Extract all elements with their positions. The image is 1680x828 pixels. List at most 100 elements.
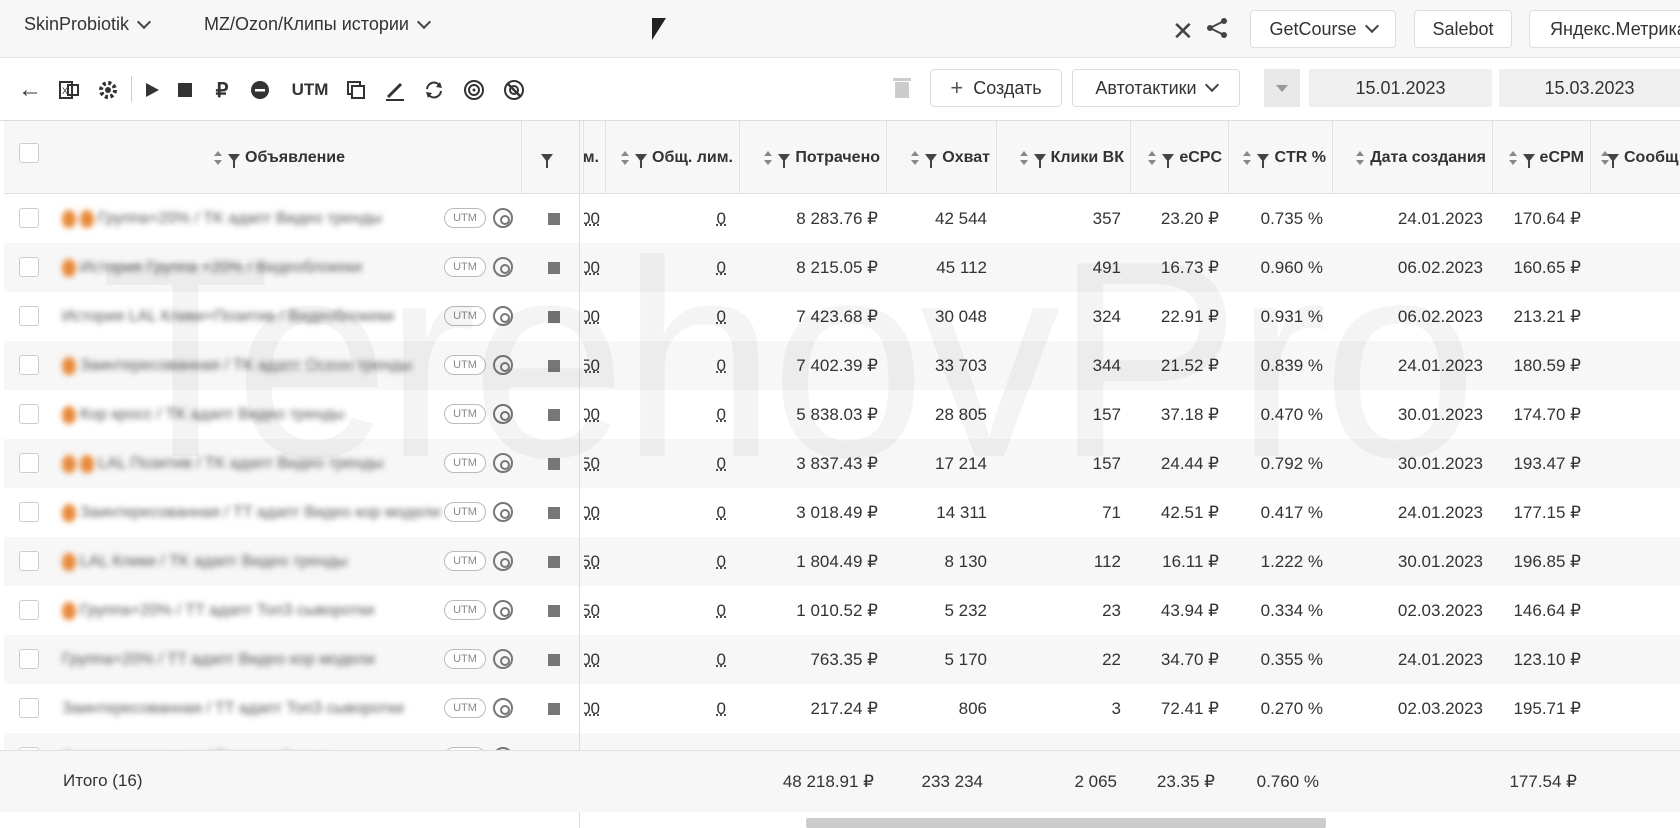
- ad-name[interactable]: Группа+20% / TT адапт Видео кор модели: [62, 635, 442, 684]
- sort-icon[interactable]: [214, 150, 222, 165]
- utm-badge[interactable]: UTM: [444, 698, 486, 718]
- table-row[interactable]: История Группа +20% / Видеоблокеки UTM 00 0…: [4, 243, 1680, 292]
- cell-total-lim[interactable]: 0: [606, 292, 726, 341]
- col-ad[interactable]: Объявление: [44, 121, 522, 194]
- block-target-icon[interactable]: [502, 78, 526, 102]
- date-to-field[interactable]: 15.03.2023: [1499, 69, 1680, 107]
- sort-icon[interactable]: [764, 150, 773, 165]
- utm-badge[interactable]: UTM: [444, 502, 486, 522]
- col-clicks[interactable]: Клики ВК: [997, 121, 1131, 194]
- cell-total-lim[interactable]: 0: [606, 390, 726, 439]
- ad-name[interactable]: Заинтересованная / TT адапт Видео кор мо…: [62, 488, 442, 537]
- row-checkbox[interactable]: [19, 600, 39, 620]
- ad-settings-icon[interactable]: [493, 600, 513, 620]
- row-checkbox[interactable]: [19, 453, 39, 473]
- filter-icon[interactable]: [778, 153, 791, 168]
- gear-icon[interactable]: [96, 78, 120, 102]
- back-arrow-icon[interactable]: ←: [18, 76, 42, 103]
- salebot-button[interactable]: Salebot: [1414, 10, 1512, 48]
- status-stop-icon[interactable]: [548, 556, 560, 568]
- cell-total-lim[interactable]: 0: [606, 684, 726, 733]
- ruble-icon[interactable]: ₽: [210, 78, 234, 102]
- filter-icon[interactable]: [1522, 153, 1535, 168]
- copy-icon[interactable]: [344, 78, 368, 102]
- ad-name[interactable]: Заинтересованная / TK адапт Осенн тренды: [62, 341, 442, 390]
- ad-settings-icon[interactable]: [493, 649, 513, 669]
- cell-total-lim[interactable]: 0: [606, 439, 726, 488]
- share-icon[interactable]: [1205, 16, 1229, 40]
- ad-name[interactable]: Группа+20% / TT адапт ТопЗ сыворотки: [62, 586, 442, 635]
- table-row[interactable]: Кор кросс / TK адапт Видео тренды UTM 00 0 5…: [4, 390, 1680, 439]
- ad-name[interactable]: LAL Клики / TK адапт Видео тренды: [62, 537, 442, 586]
- refresh-search-icon[interactable]: [422, 78, 446, 102]
- status-stop-icon[interactable]: [548, 703, 560, 715]
- col-lim-partial[interactable]: м.: [584, 121, 606, 194]
- status-stop-icon[interactable]: [548, 262, 560, 274]
- status-stop-icon[interactable]: [548, 507, 560, 519]
- filter-icon[interactable]: [925, 153, 938, 168]
- stop-icon[interactable]: [173, 78, 197, 102]
- status-stop-icon[interactable]: [548, 654, 560, 666]
- col-created[interactable]: Дата создания: [1333, 121, 1493, 194]
- filter-icon[interactable]: [1162, 153, 1175, 168]
- cell-total-lim[interactable]: 0: [606, 194, 726, 243]
- ad-name[interactable]: Кор кросс / TK адапт Видео тренды: [62, 390, 442, 439]
- sort-icon[interactable]: [1508, 150, 1517, 165]
- status-stop-icon[interactable]: [548, 409, 560, 421]
- ad-settings-icon[interactable]: [493, 257, 513, 277]
- filter-icon[interactable]: [541, 153, 553, 168]
- excel-icon[interactable]: X: [57, 78, 81, 102]
- table-row[interactable]: Группа+20% / TK адапт Видео тренды UTM 00 0…: [4, 194, 1680, 243]
- table-row[interactable]: LAL Позитив / TK адапт Видео тренды UTM 50…: [4, 439, 1680, 488]
- col-ecpc[interactable]: eCPC: [1131, 121, 1229, 194]
- status-stop-icon[interactable]: [548, 458, 560, 470]
- ad-name[interactable]: Заинтересованная / TT адапт ТопЗ сыворот…: [62, 684, 442, 733]
- sort-icon[interactable]: [621, 150, 629, 165]
- row-checkbox[interactable]: [19, 404, 39, 424]
- table-row[interactable]: Заинтересованная / TT адапт ТопЗ сыворот…: [4, 684, 1680, 733]
- ad-settings-icon[interactable]: [493, 551, 513, 571]
- ad-settings-icon[interactable]: [493, 502, 513, 522]
- row-checkbox[interactable]: [19, 257, 39, 277]
- getcourse-button[interactable]: GetCourse: [1250, 10, 1396, 48]
- table-row[interactable]: Группа+20% / TT адапт ТопЗ сыворотки UTM 5…: [4, 586, 1680, 635]
- ad-name[interactable]: История Группа +20% / Видеоблокеки: [62, 243, 442, 292]
- ad-name[interactable]: Группа+20% / TK адапт Видео тренды: [62, 194, 442, 243]
- date-from-field[interactable]: 15.01.2023: [1309, 69, 1492, 107]
- col-messages[interactable]: Сообщ: [1591, 121, 1680, 194]
- create-button[interactable]: + Создать: [930, 69, 1062, 107]
- row-checkbox[interactable]: [19, 698, 39, 718]
- col-total-lim[interactable]: Общ. лим.: [606, 121, 740, 194]
- trash-icon[interactable]: [890, 76, 914, 100]
- status-stop-icon[interactable]: [548, 605, 560, 617]
- filter-icon[interactable]: [1607, 153, 1619, 168]
- sort-icon[interactable]: [1019, 150, 1028, 165]
- edit-icon[interactable]: [383, 78, 407, 102]
- play-icon[interactable]: [140, 78, 164, 102]
- filter-icon[interactable]: [1033, 153, 1046, 168]
- col-ctr[interactable]: CTR %: [1229, 121, 1333, 194]
- filter-icon[interactable]: [1257, 153, 1270, 168]
- table-row[interactable]: LAL Клики / TK адапт Видео тренды UTM 50 0 1…: [4, 537, 1680, 586]
- ad-settings-icon[interactable]: [493, 404, 513, 424]
- date-preset-dropdown[interactable]: [1264, 69, 1300, 107]
- cell-total-lim[interactable]: 0: [606, 733, 726, 751]
- row-checkbox[interactable]: [19, 502, 39, 522]
- utm-badge[interactable]: UTM: [444, 551, 486, 571]
- ad-settings-icon[interactable]: [493, 208, 513, 228]
- cell-total-lim[interactable]: 0: [606, 586, 726, 635]
- cell-total-lim[interactable]: 0: [606, 537, 726, 586]
- ad-settings-icon[interactable]: [493, 355, 513, 375]
- sort-icon[interactable]: [1356, 150, 1365, 165]
- table-row[interactable]: Группа+20% / TT адапт Видео кор модели UT…: [4, 635, 1680, 684]
- ad-settings-icon[interactable]: [493, 306, 513, 326]
- utm-badge[interactable]: UTM: [444, 257, 486, 277]
- campaign-dropdown[interactable]: MZ/Ozon/Клипы истории: [204, 14, 432, 35]
- ad-settings-icon[interactable]: [493, 453, 513, 473]
- utm-badge[interactable]: UTM: [444, 453, 486, 473]
- sort-icon[interactable]: [1243, 150, 1252, 165]
- row-checkbox[interactable]: [19, 551, 39, 571]
- utm-badge[interactable]: UTM: [444, 306, 486, 326]
- utm-button[interactable]: UTM: [290, 78, 330, 102]
- table-row[interactable]: Заинтересованная / Позитив брендUTM00011…: [4, 733, 1680, 750]
